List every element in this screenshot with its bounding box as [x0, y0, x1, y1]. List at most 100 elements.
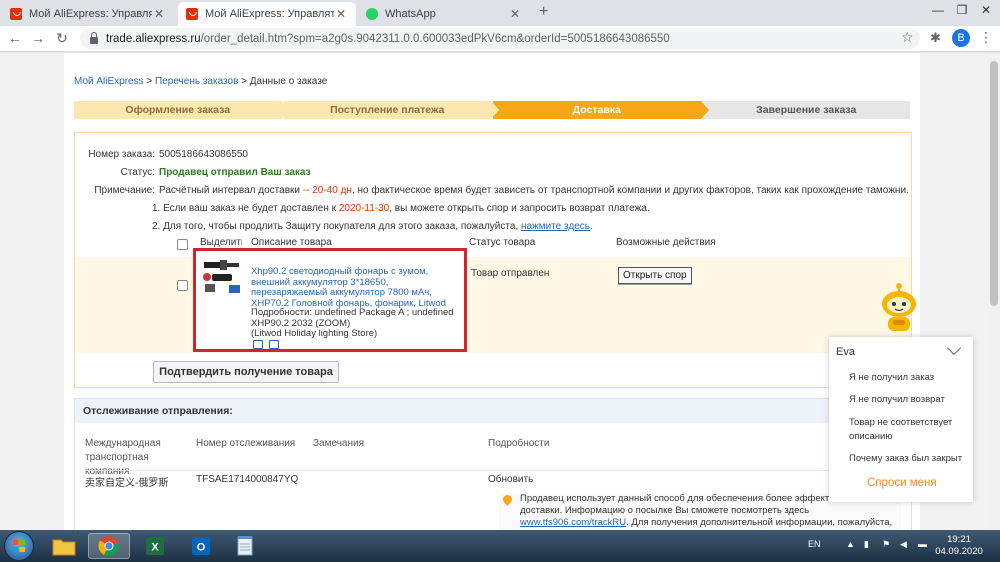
- product-details: Подробности: undefined Package A ; undef…: [251, 307, 466, 340]
- tab-aliexpress-1[interactable]: Мой AliExpress: Управлять зака ✕: [2, 2, 174, 26]
- order-detail-page: Мой AliExpress > Перечень заказов > Данн…: [64, 53, 920, 530]
- breadcrumb-home-link[interactable]: Мой AliExpress: [74, 76, 144, 87]
- reload-icon[interactable]: ↻: [53, 30, 71, 47]
- address-bar[interactable]: trade.aliexpress.ru/order_detail.htm?spm…: [80, 28, 920, 49]
- browser-menu-icon[interactable]: ⋮: [979, 29, 993, 46]
- aliexpress-favicon-icon: [10, 8, 22, 20]
- step-complete: Завершение заказа: [702, 101, 910, 119]
- tracking-header: Отслеживание отправления:: [75, 399, 911, 423]
- note-protection: 2. Для того, чтобы продлить Защиту покуп…: [152, 221, 593, 232]
- refresh-tracking-link[interactable]: Обновить: [488, 474, 533, 485]
- close-tab-icon[interactable]: ✕: [334, 7, 348, 21]
- eva-option-no-refund[interactable]: Я не получил возврат: [849, 393, 967, 407]
- forward-arrow-icon[interactable]: →: [29, 30, 47, 46]
- breadcrumb: Мой AliExpress > Перечень заказов > Данн…: [74, 76, 328, 87]
- order-number: 5005186643086550: [159, 149, 248, 160]
- outlook-taskbar-icon[interactable]: O: [180, 533, 222, 559]
- eva-option-not-received[interactable]: Я не получил заказ: [849, 371, 967, 385]
- location-pin-icon: [501, 493, 514, 506]
- input-language[interactable]: EN: [808, 539, 821, 549]
- tab-whatsapp[interactable]: WhatsApp ✕: [358, 2, 530, 26]
- step-payment: Поступление платежа: [283, 101, 499, 119]
- excel-taskbar-icon[interactable]: X: [134, 533, 176, 559]
- tab-title: Мой AliExpress: Управлять зака: [205, 8, 334, 20]
- col-actions: Возможные действия: [616, 237, 716, 248]
- tracking-site-link[interactable]: www.tfs906.com/trackRU: [520, 517, 626, 528]
- product-cell: Xhp90.2 светодиодный фонарь с зумом, вне…: [193, 248, 467, 352]
- order-status: Продавец отправил Ваш заказ: [159, 167, 311, 178]
- system-clock[interactable]: 19:21 04.09.2020: [935, 534, 983, 558]
- extend-protection-link[interactable]: нажмите здесь: [521, 221, 590, 232]
- maximize-button[interactable]: ❐: [950, 0, 974, 22]
- explorer-folder-icon[interactable]: [43, 533, 85, 559]
- whatsapp-favicon-icon: [366, 8, 378, 20]
- snapshot-icon[interactable]: [253, 340, 263, 349]
- tab-title: WhatsApp: [385, 8, 436, 20]
- profile-avatar[interactable]: B: [952, 29, 970, 47]
- breadcrumb-orders-link[interactable]: Перечень заказов: [155, 76, 238, 87]
- eva-title: Eva: [836, 346, 855, 358]
- browser-toolbar: ← → ↻ trade.aliexpress.ru/order_detail.h…: [0, 26, 1000, 52]
- page-viewport: Мой AliExpress > Перечень заказов > Данн…: [0, 53, 1000, 530]
- step-checkout: Оформление заказа: [74, 101, 289, 119]
- store-name: (Litwod Holiday lighting Store): [251, 328, 378, 339]
- col-select-all: Выделить все: [200, 237, 242, 248]
- extensions-puzzle-icon[interactable]: ✱: [930, 30, 941, 46]
- col-carrier: Международная транспортная компания: [85, 438, 161, 477]
- col-description: Описание товара: [251, 237, 332, 248]
- minimize-button[interactable]: —: [926, 0, 950, 22]
- product-thumbnail[interactable]: [201, 257, 243, 297]
- tab-title: Мой AliExpress: Управлять зака: [29, 8, 152, 20]
- col-tracking-number: Номер отслеживания: [196, 438, 296, 449]
- col-status: Статус товара: [469, 237, 536, 248]
- url-text: trade.aliexpress.ru/order_detail.htm?spm…: [106, 32, 670, 45]
- page-scrollbar[interactable]: [988, 53, 1000, 530]
- tab-strip: Мой AliExpress: Управлять зака ✕ Мой Ali…: [0, 0, 1000, 26]
- aliexpress-favicon-icon: [186, 8, 198, 20]
- delivery-interval: -- 20-40 дн: [302, 185, 352, 196]
- scrollbar-thumb[interactable]: [990, 61, 998, 306]
- note-dispute: 1. Если ваш заказ не будет доставлен к 2…: [152, 203, 650, 214]
- action-center-flag-icon[interactable]: ⚑: [882, 539, 890, 550]
- tray-chevron-icon[interactable]: ▲: [846, 539, 855, 549]
- speaker-icon[interactable]: ◀: [900, 539, 907, 550]
- bookmark-star-icon[interactable]: ☆: [901, 29, 914, 46]
- assistant-mascot-icon[interactable]: [878, 282, 920, 334]
- open-dispute-button[interactable]: Открыть спор: [618, 267, 692, 284]
- close-tab-icon[interactable]: ✕: [152, 7, 166, 21]
- product-checkbox[interactable]: [177, 280, 188, 291]
- select-all-checkbox[interactable]: [177, 239, 188, 250]
- back-arrow-icon[interactable]: ←: [6, 30, 24, 46]
- eva-chat-panel: Eva Я не получил заказ Я не получил возв…: [829, 337, 973, 502]
- carrier-name: 卖家自定义-俄罗斯: [85, 478, 169, 489]
- col-details: Подробности: [488, 438, 550, 449]
- eva-option-why-closed[interactable]: Почему заказ был закрыт: [849, 452, 967, 466]
- product-action-icons: [253, 340, 279, 349]
- order-number-row: Номер заказа: 5005186643086550: [88, 149, 248, 160]
- chevron-down-icon[interactable]: [946, 340, 962, 356]
- order-progress-steps: Оформление заказа Поступление платежа До…: [74, 101, 912, 119]
- eva-option-not-as-described[interactable]: Товар не соответствует описанию: [849, 416, 967, 444]
- confirm-receipt-button[interactable]: Подтвердить получение товара: [153, 361, 339, 383]
- close-window-button[interactable]: ✕: [974, 0, 998, 22]
- eva-ask-button[interactable]: Спроси меня: [867, 477, 937, 489]
- step-delivery: Доставка: [493, 101, 708, 119]
- battery-icon[interactable]: ▬: [918, 539, 927, 549]
- breadcrumb-current: Данные о заказе: [249, 76, 328, 87]
- tab-aliexpress-2[interactable]: Мой AliExpress: Управлять зака ✕: [178, 2, 356, 26]
- tracking-number: TFSAE1714000847YQ: [196, 474, 299, 485]
- svg-text:O: O: [197, 542, 206, 554]
- lock-icon[interactable]: [90, 31, 98, 44]
- start-button[interactable]: [4, 531, 34, 561]
- product-title-link[interactable]: Xhp90.2 светодиодный фонарь с зумом, вне…: [251, 266, 466, 309]
- protection-date: 2020-11-30: [338, 203, 390, 214]
- notepad-taskbar-icon[interactable]: [224, 533, 266, 559]
- windows-taskbar: X O EN ▲ ▮ ⚑ ◀ ▬ 19:21 04.09.2020: [0, 530, 1000, 562]
- message-icon[interactable]: [269, 340, 279, 349]
- col-remarks: Замечания: [313, 438, 365, 449]
- order-note-row: Примечание: Расчётный интервал доставки -…: [94, 185, 909, 196]
- network-icon[interactable]: ▮: [864, 539, 869, 550]
- close-tab-icon[interactable]: ✕: [508, 7, 522, 21]
- chrome-taskbar-icon[interactable]: [88, 533, 130, 559]
- new-tab-button[interactable]: +: [539, 3, 548, 21]
